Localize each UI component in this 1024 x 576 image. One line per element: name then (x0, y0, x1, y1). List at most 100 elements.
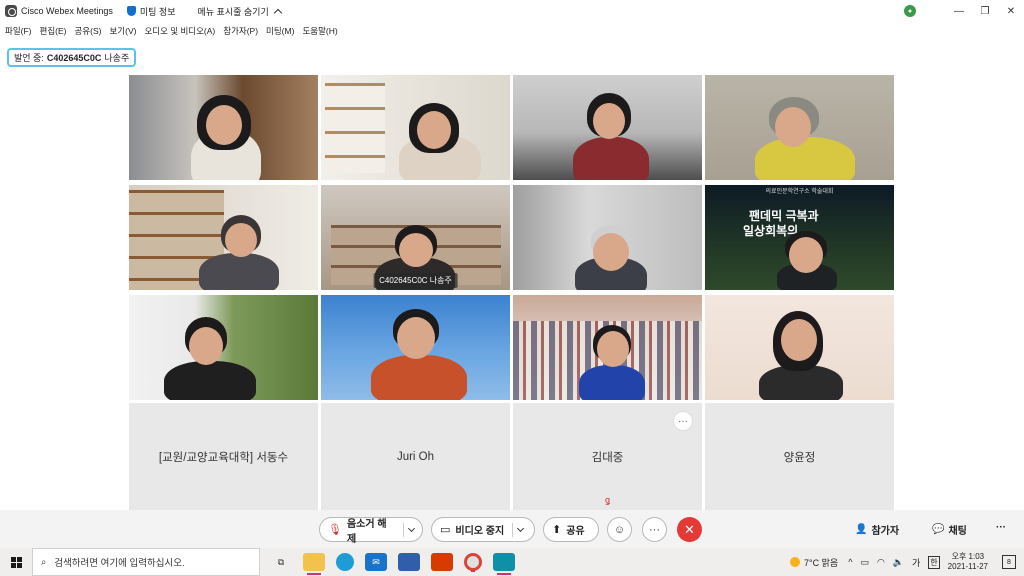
active-speaker-tile[interactable]: C402645C0C 나송주 (321, 185, 510, 290)
network-icon[interactable]: ▭ (860, 557, 869, 568)
avatar[interactable]: ● (904, 5, 916, 17)
window-controls: ● — ❐ ✕ (904, 0, 1024, 22)
app-title: Cisco Webex Meetings (21, 6, 113, 16)
clock[interactable]: 오후 1:03 2021-11-27 (948, 552, 988, 572)
video-grid: C402645C0C 나송주 의료인문학연구소 학술대회 팬데믹 극복과 일상회… (129, 75, 895, 510)
video-tile[interactable] (513, 185, 702, 290)
menu-share[interactable]: 공유(S) (74, 25, 101, 37)
restore-button[interactable]: ❐ (972, 0, 998, 22)
video-name-tag: C402645C0C 나송주 (373, 273, 458, 288)
hide-menu-label: 메뉴 표시줄 숨기기 (197, 6, 269, 17)
participant-name: [교원/교양교육대학] 서동수 (158, 451, 289, 464)
weather-text: 7°C 맑음 (804, 557, 839, 568)
task-view-icon[interactable]: ⧉ (270, 553, 292, 571)
video-tile[interactable] (129, 295, 318, 400)
minimize-button[interactable]: — (946, 0, 972, 22)
system-tray: 7°C 맑음 ^ ▭ ◠ 🔈 가 한 오후 1:03 2021-11-27 8 (790, 548, 1024, 576)
meeting-info-button[interactable]: 미팅 정보 (126, 5, 176, 18)
webex-logo-icon (5, 5, 17, 17)
search-placeholder: 검색하려면 여기에 입력하십시오. (54, 558, 185, 569)
more-options-icon[interactable]: ··· (673, 411, 693, 431)
chat-label: 채팅 (948, 526, 967, 537)
menu-file[interactable]: 파일(F) (5, 25, 32, 37)
speaker-prefix: 발언 중: (14, 53, 44, 63)
divider (403, 522, 405, 537)
chrome-icon[interactable] (464, 553, 482, 572)
chat-button[interactable]: 💬 채팅 (932, 522, 967, 537)
search-icon: ⌕ (41, 556, 47, 568)
menu-meeting[interactable]: 미팅(M) (266, 25, 294, 37)
video-tile[interactable] (705, 75, 894, 180)
slide-header: 의료인문학연구소 학술대회 (765, 189, 834, 195)
chat-icon: 💬 (932, 524, 945, 535)
ime-mode[interactable]: 가 (912, 556, 920, 569)
camera-icon: ▭ (440, 524, 451, 536)
participant-name: 김대중 (591, 451, 624, 464)
share-button[interactable]: ⬆ 공유 (543, 517, 599, 542)
shield-icon (126, 6, 136, 16)
speaker-name: 나송주 (104, 53, 130, 63)
windows-logo-icon (10, 556, 22, 568)
menu-edit[interactable]: 편집(E) (40, 25, 67, 37)
windows-taskbar: ⌕ 검색하려면 여기에 입력하십시오. ⧉ ✉ 7°C 맑음 ^ ▭ ◠ 🔈 가… (0, 548, 1024, 576)
menu-view[interactable]: 보기(V) (109, 25, 136, 37)
chevron-up-icon (273, 8, 282, 17)
menu-bar: 파일(F) 편집(E) 공유(S) 보기(V) 오디오 및 비디오(A) 참가자… (0, 22, 346, 40)
leave-meeting-button[interactable]: ✕ (677, 517, 702, 542)
divider (512, 522, 514, 537)
notifications-icon[interactable]: 8 (1002, 555, 1016, 569)
participant-tile[interactable]: 양윤정 (705, 403, 894, 510)
language-indicator[interactable]: 한 (928, 555, 940, 569)
webex-taskbar-icon[interactable] (493, 553, 515, 575)
menu-audio-video[interactable]: 오디오 및 비디오(A) (144, 25, 215, 37)
participant-tile[interactable]: Juri Oh (321, 403, 510, 510)
menu-help[interactable]: 도움말(H) (302, 25, 337, 37)
video-tile[interactable]: 의료인문학연구소 학술대회 팬데믹 극복과 일상회복의 (705, 185, 894, 290)
participant-tile[interactable]: [교원/교양교육대학] 서동수 (129, 403, 318, 510)
close-button[interactable]: ✕ (998, 0, 1024, 22)
video-tile[interactable] (321, 295, 510, 400)
stop-video-button[interactable]: ▭ 비디오 중지 (431, 517, 535, 542)
chevron-up-icon[interactable]: ^ (848, 557, 852, 567)
edge-icon[interactable] (336, 553, 354, 571)
active-speaker-badge: 발언 중: C402645C0C 나송주 (7, 48, 137, 67)
file-explorer-icon[interactable] (303, 553, 325, 575)
video-tile[interactable] (321, 75, 510, 180)
clock-time: 오후 1:03 (951, 552, 985, 561)
muted-mic-icon: ǥ (604, 495, 611, 505)
mail-icon[interactable]: ✉ (365, 553, 387, 571)
more-panels-icon[interactable]: ··· (996, 522, 1006, 533)
chevron-down-icon[interactable] (517, 524, 525, 532)
more-icon[interactable]: ··· (642, 517, 667, 542)
video-tile[interactable] (513, 75, 702, 180)
video-tile[interactable] (705, 295, 894, 400)
share-label: 공유 (566, 526, 585, 537)
participants-label: 참가자 (871, 526, 900, 537)
chevron-down-icon[interactable] (408, 524, 416, 532)
taskbar-search[interactable]: ⌕ 검색하려면 여기에 입력하십시오. (32, 548, 260, 576)
mic-muted-icon: 🎙︎ (328, 524, 342, 536)
unmute-button[interactable]: 🎙︎ 음소거 해제 (319, 517, 423, 545)
speaker-id: C402645C0C (46, 52, 102, 63)
participants-icon: 👤 (855, 524, 868, 535)
speaker-icon[interactable]: 🔈 (893, 557, 904, 568)
start-button[interactable] (0, 548, 32, 576)
store-icon[interactable] (398, 553, 420, 571)
participants-button[interactable]: 👤 참가자 (855, 522, 899, 537)
office-icon[interactable] (431, 553, 453, 571)
share-icon: ⬆ (552, 524, 562, 536)
video-tile[interactable] (129, 185, 318, 290)
video-tile[interactable] (129, 75, 318, 180)
reactions-icon[interactable]: ☺ (607, 517, 632, 542)
hide-menu-button[interactable]: 메뉴 표시줄 숨기기 (197, 5, 282, 18)
menu-participants[interactable]: 참가자(P) (223, 25, 258, 37)
wifi-icon[interactable]: ◠ (877, 557, 885, 568)
participant-tile[interactable]: 김대중 ··· ǥ (513, 403, 702, 510)
clock-date: 2021-11-27 (947, 562, 988, 571)
unmute-label: 음소거 해제 (346, 518, 387, 545)
weather-widget[interactable]: 7°C 맑음 (790, 556, 838, 569)
meeting-info-label: 미팅 정보 (139, 6, 176, 17)
sun-icon (790, 557, 801, 567)
video-tile[interactable] (513, 295, 702, 400)
title-bar: Cisco Webex Meetings 미팅 정보 메뉴 표시줄 숨기기 ● … (0, 0, 1024, 22)
